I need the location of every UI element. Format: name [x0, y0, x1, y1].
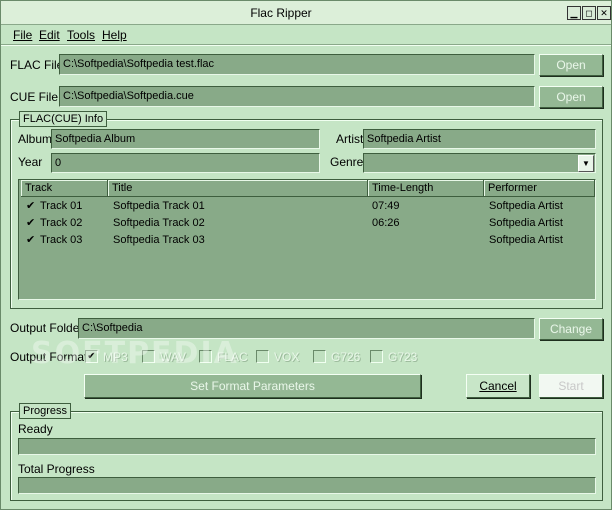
track-time: 07:49 — [372, 200, 400, 212]
open-cue-button[interactable]: Open — [539, 86, 603, 108]
mp3-checkbox[interactable]: ✔ — [85, 350, 98, 363]
track-number: Track 01 — [40, 200, 83, 212]
year-label: Year — [18, 155, 43, 169]
column-header-track[interactable]: Track — [21, 180, 108, 197]
menu-file[interactable]: File — [13, 28, 32, 42]
menu-help[interactable]: Help — [102, 28, 127, 42]
change-folder-button[interactable]: Change — [539, 318, 603, 340]
menu-bar: File Edit Tools Help — [1, 26, 611, 44]
output-format-label: Output Format: — [10, 350, 91, 364]
flac-checkbox[interactable] — [199, 350, 212, 363]
track-performer: Softpedia Artist — [489, 200, 563, 212]
mp3-label: MP3 — [103, 350, 128, 364]
track-title: Softpedia Track 03 — [113, 234, 205, 246]
track-title: Softpedia Track 02 — [113, 217, 205, 229]
window-title: Flac Ripper — [250, 6, 312, 20]
menu-tools[interactable]: Tools — [67, 28, 95, 42]
genre-select[interactable]: ▼ — [363, 153, 596, 173]
track-performer: Softpedia Artist — [489, 234, 563, 246]
menu-edit[interactable]: Edit — [39, 28, 60, 42]
check-icon[interactable]: ✔ — [26, 199, 35, 212]
title-bar: Flac Ripper ▁ ◻ ✕ — [1, 1, 611, 25]
vox-label: VOX — [274, 350, 300, 364]
artist-field[interactable]: Softpedia Artist — [363, 129, 596, 149]
track-number: Track 02 — [40, 217, 83, 229]
artist-label: Artist — [336, 132, 364, 146]
cue-file-label: CUE File — [10, 90, 59, 104]
track-title: Softpedia Track 01 — [113, 200, 205, 212]
app-window: Flac Ripper ▁ ◻ ✕ File Edit Tools Help F… — [0, 0, 612, 510]
column-header-performer[interactable]: Performer — [484, 180, 595, 197]
wav-checkbox[interactable] — [142, 350, 155, 363]
track-number: Track 03 — [40, 234, 83, 246]
total-progress-label: Total Progress — [18, 462, 95, 476]
wav-label: WAV — [160, 350, 186, 364]
progress-title: Progress — [19, 403, 72, 419]
track-time: 06:26 — [372, 217, 400, 229]
flac-file-field[interactable]: C:\Softpedia\Softpedia test.flac — [59, 54, 535, 75]
table-row[interactable]: ✔ Track 01 Softpedia Track 01 07:49 Soft… — [19, 198, 595, 215]
check-icon[interactable]: ✔ — [26, 233, 35, 246]
table-row[interactable]: ✔ Track 03 Softpedia Track 03 Softpedia … — [19, 232, 595, 249]
output-folder-field[interactable]: C:\Softpedia — [78, 318, 535, 339]
g726-label: G726 — [331, 350, 361, 364]
flac-label: FLAC — [217, 350, 248, 364]
restore-button[interactable]: ◻ — [582, 6, 596, 20]
total-progress-bar — [18, 477, 596, 494]
g726-checkbox[interactable] — [313, 350, 326, 363]
current-progress-bar — [18, 438, 596, 455]
track-performer: Softpedia Artist — [489, 217, 563, 229]
chevron-down-icon[interactable]: ▼ — [578, 155, 594, 172]
open-flac-button[interactable]: Open — [539, 54, 603, 76]
menu-separator — [1, 44, 611, 46]
flac-file-label: FLAC File — [10, 58, 64, 72]
track-table[interactable]: Track Title Time-Length Performer ✔ Trac… — [18, 179, 596, 300]
cue-file-field[interactable]: C:\Softpedia\Softpedia.cue — [59, 86, 535, 107]
vox-checkbox[interactable] — [256, 350, 269, 363]
minimize-button[interactable]: ▁ — [567, 6, 581, 20]
output-folder-label: Output Folder — [10, 321, 84, 335]
column-header-time-length[interactable]: Time-Length — [368, 180, 484, 197]
set-format-parameters-button[interactable]: Set Format Parameters — [84, 374, 421, 398]
genre-label: Genre — [330, 155, 364, 169]
start-button[interactable]: Start — [539, 374, 603, 398]
cancel-button[interactable]: Cancel — [466, 374, 530, 398]
album-field[interactable]: Softpedia Album — [51, 129, 320, 149]
cancel-label: Cancel — [479, 379, 517, 393]
flac-cue-info-title: FLAC(CUE) Info — [19, 111, 108, 127]
column-header-title[interactable]: Title — [108, 180, 368, 197]
table-row[interactable]: ✔ Track 02 Softpedia Track 02 06:26 Soft… — [19, 215, 595, 232]
g723-checkbox[interactable] — [370, 350, 383, 363]
check-icon[interactable]: ✔ — [26, 216, 35, 229]
g723-label: G723 — [388, 350, 418, 364]
year-field[interactable]: 0 — [51, 153, 320, 173]
album-label: Album — [18, 132, 53, 146]
progress-status: Ready — [18, 422, 53, 436]
close-button[interactable]: ✕ — [597, 6, 611, 20]
